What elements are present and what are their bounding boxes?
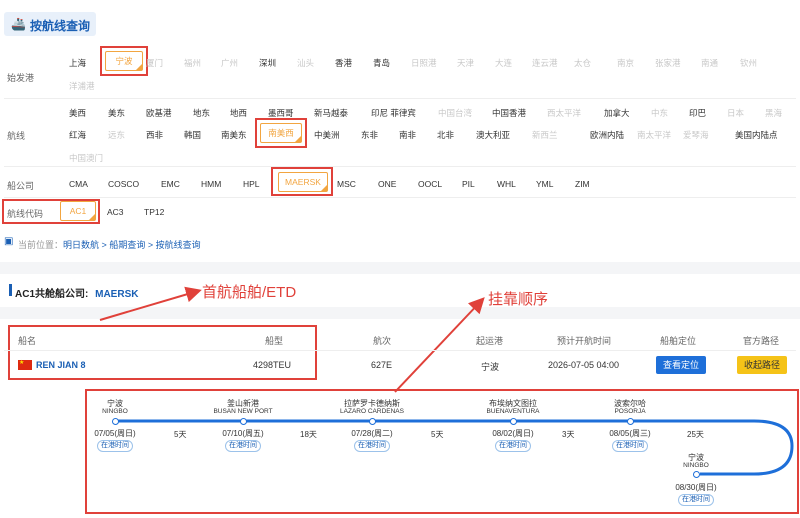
leg-duration: 5天 xyxy=(431,430,444,439)
port-name-en: NINGBO xyxy=(683,462,709,469)
port-date: 08/02(周日) xyxy=(492,429,534,438)
leg-duration: 5天 xyxy=(174,430,187,439)
in-port-time-tag[interactable]: 在港时间 xyxy=(97,440,133,452)
leg-duration: 25天 xyxy=(687,430,704,439)
port-date: 07/28(周二) xyxy=(351,429,393,438)
port-date: 07/05(周日) xyxy=(94,429,136,438)
port-dot xyxy=(369,418,376,425)
port-date: 08/30(周日) xyxy=(675,483,717,492)
leg-duration: 18天 xyxy=(300,430,317,439)
port-name-en: BUENAVENTURA xyxy=(486,408,540,415)
port-dot xyxy=(693,471,700,478)
in-port-time-tag[interactable]: 在港时间 xyxy=(354,440,390,452)
in-port-time-tag[interactable]: 在港时间 xyxy=(678,494,714,506)
port-name-en: BUSAN NEW PORT xyxy=(213,408,273,415)
port-dot xyxy=(627,418,634,425)
port-date: 07/10(周五) xyxy=(222,429,264,438)
in-port-time-tag[interactable]: 在港时间 xyxy=(225,440,261,452)
port-date: 08/05(周三) xyxy=(609,429,651,438)
port-name-en: POSORJA xyxy=(614,408,646,415)
port-dot xyxy=(112,418,119,425)
port-name-en: LAZARO CARDENAS xyxy=(340,408,404,415)
port-dot xyxy=(240,418,247,425)
port-name-en: NINGBO xyxy=(102,408,128,415)
port-dot xyxy=(510,418,517,425)
in-port-time-tag[interactable]: 在港时间 xyxy=(495,440,531,452)
in-port-time-tag[interactable]: 在港时间 xyxy=(612,440,648,452)
leg-duration: 3天 xyxy=(562,430,575,439)
